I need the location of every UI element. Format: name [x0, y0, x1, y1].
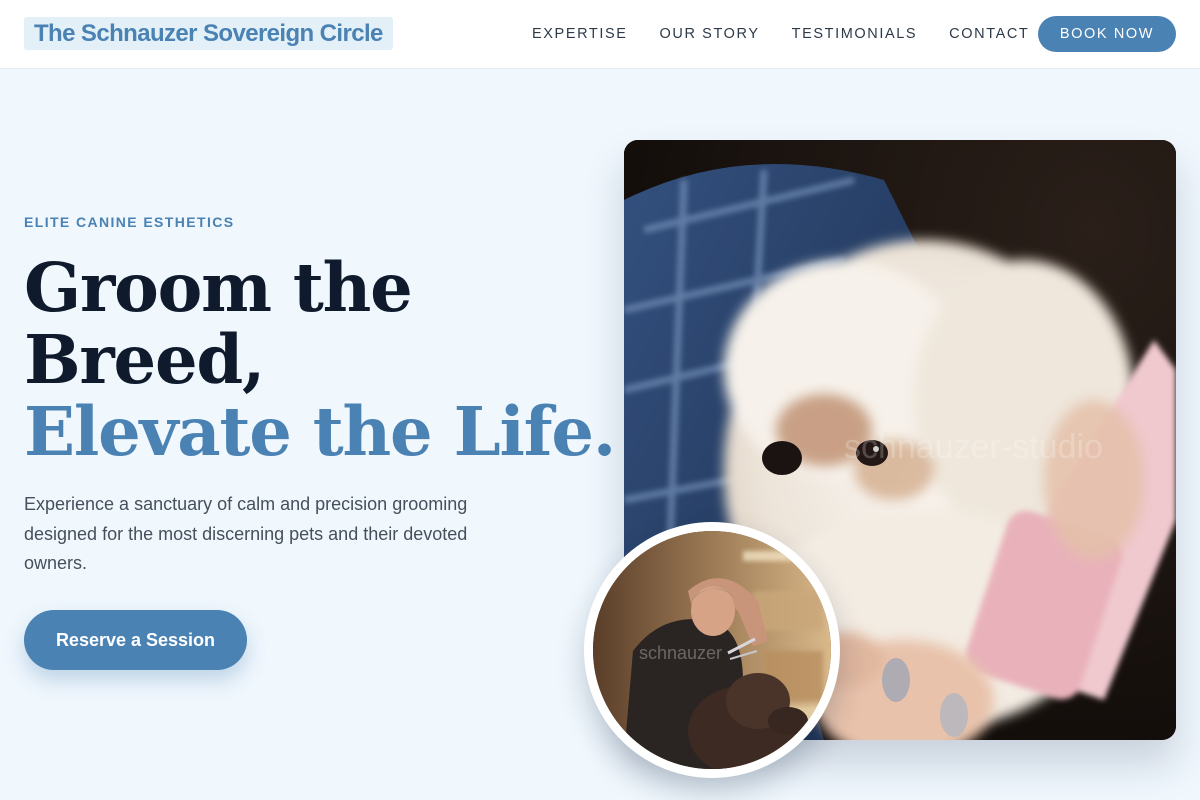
hero-eyebrow: ELITE CANINE ESTHETICS	[24, 214, 235, 230]
hero-description: Experience a sanctuary of calm and preci…	[24, 494, 468, 573]
reserve-session-button[interactable]: Reserve a Session	[24, 610, 247, 670]
headline-accent: Elevate the Life.	[24, 392, 616, 471]
inset-photo-watermark: schnauzer	[639, 643, 722, 663]
nav-expertise[interactable]: EXPERTISE	[532, 26, 628, 42]
groomer-illustration: schnauzer	[593, 531, 831, 769]
book-now-button[interactable]: BOOK NOW	[1038, 16, 1176, 52]
main-photo-watermark: schnauzer-studio	[844, 428, 1103, 466]
nav-contact[interactable]: CONTACT	[949, 26, 1029, 42]
main-nav: EXPERTISE OUR STORY TESTIMONIALS CONTACT	[532, 0, 1029, 68]
hero-headline: Groom the Breed, Elevate the Life.	[24, 248, 616, 471]
site-header: The Schnauzer Sovereign Circle EXPERTISE…	[0, 0, 1200, 69]
groomer-inset-photo: schnauzer	[593, 531, 831, 769]
headline-line-2: Breed,	[24, 320, 265, 399]
groomer-inset-frame: schnauzer	[584, 522, 840, 778]
headline-line-1: Groom the	[24, 248, 413, 327]
brand-logo[interactable]: The Schnauzer Sovereign Circle	[24, 17, 393, 50]
nav-testimonials[interactable]: TESTIMONIALS	[792, 26, 918, 42]
nav-our-story[interactable]: OUR STORY	[660, 26, 760, 42]
